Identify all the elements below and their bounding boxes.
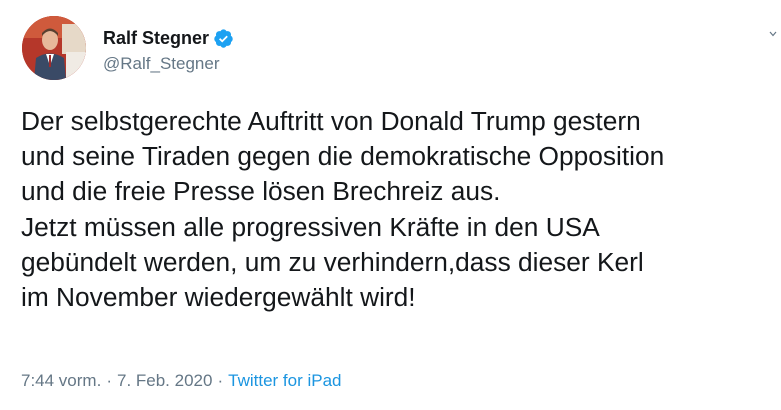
- avatar[interactable]: [22, 16, 86, 80]
- tweet-text-line: im November wiedergewählt wird!: [21, 282, 416, 313]
- verified-badge-icon: [213, 28, 234, 49]
- tweet-date[interactable]: 7. Feb. 2020: [117, 371, 212, 390]
- chevron-down-icon[interactable]: [768, 26, 778, 37]
- meta-separator: ·: [106, 371, 112, 390]
- author-handle[interactable]: @Ralf_Stegner: [103, 54, 220, 74]
- tweet-text: Der selbstgerechte Auftritt von Donald T…: [21, 104, 781, 315]
- tweet-meta: 7:44 vorm. · 7. Feb. 2020 · Twitter for iPad: [21, 371, 342, 391]
- meta-separator: ·: [217, 371, 224, 390]
- tweet-text-line: und die freie Presse lösen Brechreiz aus…: [21, 176, 501, 207]
- tweet-text-line: und seine Tiraden gegen die demokratisch…: [21, 141, 665, 172]
- avatar-image: [22, 16, 86, 80]
- tweet-time[interactable]: 7:44 vorm.: [21, 371, 101, 390]
- tweet-text-line: Der selbstgerechte Auftritt von Donald T…: [21, 106, 641, 136]
- author-display-name[interactable]: Ralf Stegner: [103, 28, 209, 49]
- tweet-text-line: Jetzt müssen alle progressiven Kräfte in…: [21, 211, 600, 242]
- tweet-source-link[interactable]: Twitter for iPad: [228, 371, 341, 390]
- author-name-row: Ralf Stegner: [103, 27, 234, 49]
- tweet-text-line: gebündelt werden, um zu verhindern,dass …: [21, 246, 644, 277]
- tweet-card[interactable]: Ralf Stegner @Ralf_Stegner Der selbstger…: [0, 0, 781, 410]
